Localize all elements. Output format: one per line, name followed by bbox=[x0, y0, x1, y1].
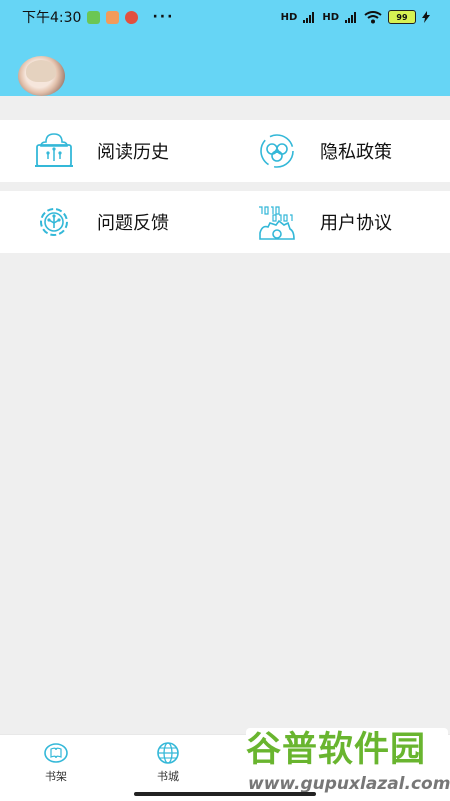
user-agreement-icon bbox=[259, 206, 295, 240]
menu-row-1: 阅读历史 隐私政策 bbox=[0, 120, 450, 182]
charging-icon bbox=[422, 11, 430, 23]
feedback-item[interactable]: 问题反馈 bbox=[0, 191, 225, 253]
reading-history-item[interactable]: 阅读历史 bbox=[0, 120, 225, 182]
reading-history-label: 阅读历史 bbox=[97, 142, 169, 163]
status-bar: 下午4:30 ··· HD HD 99 bbox=[0, 0, 450, 34]
user-agreement-label: 用户协议 bbox=[320, 213, 392, 234]
app-notification-icon bbox=[125, 10, 139, 24]
tab-bookstore-label: 书城 bbox=[157, 770, 179, 783]
status-right: HD HD 99 bbox=[281, 10, 430, 24]
watermark-logo: 谷普软件园 bbox=[246, 730, 427, 770]
status-time: 下午4:30 bbox=[22, 10, 82, 26]
more-notifications-icon: ··· bbox=[152, 9, 175, 25]
status-left: 下午4:30 ··· bbox=[22, 7, 174, 27]
signal-bars-icon bbox=[345, 11, 356, 23]
tab-bookshelf[interactable]: 书架 bbox=[16, 735, 96, 801]
reading-history-icon bbox=[35, 133, 73, 167]
feedback-label: 问题反馈 bbox=[97, 213, 169, 234]
bookshelf-icon bbox=[44, 743, 68, 763]
privacy-policy-item[interactable]: 隐私政策 bbox=[225, 120, 450, 182]
wifi-icon bbox=[364, 10, 382, 23]
signal-icon: HD bbox=[322, 11, 339, 23]
home-indicator[interactable] bbox=[134, 792, 316, 796]
user-agreement-item[interactable]: 用户协议 bbox=[225, 191, 450, 253]
feedback-gear-icon bbox=[40, 208, 68, 236]
menu-row-2: 问题反馈 用户协议 bbox=[0, 191, 450, 253]
signal-icon: HD bbox=[280, 11, 298, 23]
profile-header: 下午4:30 ··· HD HD 99 bbox=[0, 0, 450, 96]
watermark: 谷普软件园 www.gupuxlazal.com bbox=[246, 728, 450, 798]
app-notification-icon bbox=[106, 10, 120, 24]
globe-icon bbox=[157, 742, 179, 764]
avatar[interactable] bbox=[18, 56, 65, 96]
signal-bars-icon bbox=[303, 11, 315, 23]
tab-bookshelf-label: 书架 bbox=[45, 770, 67, 783]
privacy-policy-icon bbox=[260, 134, 294, 168]
app-notification-icon bbox=[87, 10, 101, 24]
privacy-policy-label: 隐私政策 bbox=[320, 142, 392, 163]
battery-icon: 99 bbox=[388, 10, 416, 24]
